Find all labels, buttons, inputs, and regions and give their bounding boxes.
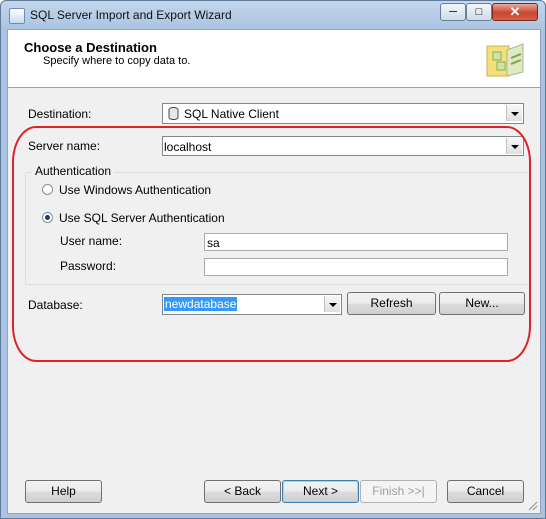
next-button[interactable]: Next > — [282, 480, 359, 503]
chevron-down-icon[interactable] — [506, 105, 522, 121]
page-title: Choose a Destination — [24, 40, 157, 55]
authentication-group-title: Authentication — [32, 164, 115, 178]
wizard-window: SQL Server Import and Export Wizard ─ □ … — [0, 0, 546, 519]
minimize-button[interactable]: ─ — [440, 3, 466, 21]
new-database-button[interactable]: New... — [439, 292, 525, 315]
password-field[interactable] — [204, 258, 508, 276]
refresh-button[interactable]: Refresh — [347, 292, 436, 315]
chevron-down-icon[interactable] — [506, 138, 522, 154]
windows-auth-label[interactable]: Use Windows Authentication — [59, 183, 211, 197]
destination-value: SQL Native Client — [184, 107, 279, 121]
close-button[interactable]: ✕ — [492, 3, 538, 21]
server-name-label: Server name: — [28, 139, 101, 153]
password-label: Password: — [60, 259, 117, 273]
maximize-icon: □ — [475, 6, 483, 18]
database-label: Database: — [28, 298, 83, 312]
database-value: newdatabase — [164, 297, 238, 311]
chevron-down-icon[interactable] — [324, 296, 340, 312]
cancel-button[interactable]: Cancel — [447, 480, 524, 503]
help-button[interactable]: Help — [25, 480, 102, 503]
maximize-button[interactable]: □ — [466, 3, 492, 21]
windows-auth-radio[interactable] — [42, 184, 53, 195]
destination-combo[interactable]: SQL Native Client — [162, 103, 524, 124]
finish-button: Finish >>| — [360, 480, 437, 503]
sql-auth-radio[interactable] — [42, 212, 53, 223]
server-name-combo[interactable]: localhost — [162, 136, 524, 156]
username-label: User name: — [60, 234, 123, 248]
minimize-icon: ─ — [449, 6, 457, 18]
sql-auth-label[interactable]: Use SQL Server Authentication — [59, 211, 225, 225]
wizard-graphic-icon — [486, 43, 524, 77]
database-icon — [168, 107, 179, 120]
window-title: SQL Server Import and Export Wizard — [30, 8, 232, 22]
wizard-client-area: Choose a Destination Specify where to co… — [7, 29, 541, 514]
destination-label: Destination: — [28, 107, 92, 121]
page-header: Choose a Destination Specify where to co… — [8, 30, 540, 88]
app-icon — [9, 8, 25, 24]
resize-grip-icon[interactable] — [526, 499, 538, 511]
page-subtitle: Specify where to copy data to. — [43, 55, 191, 67]
close-icon: ✕ — [509, 4, 521, 19]
title-bar[interactable]: SQL Server Import and Export Wizard ─ □ … — [1, 1, 545, 29]
username-value: sa — [207, 236, 220, 250]
database-combo[interactable]: newdatabase — [162, 294, 342, 315]
server-name-value: localhost — [164, 140, 212, 154]
username-field[interactable]: sa — [204, 233, 508, 251]
back-button[interactable]: < Back — [204, 480, 281, 503]
